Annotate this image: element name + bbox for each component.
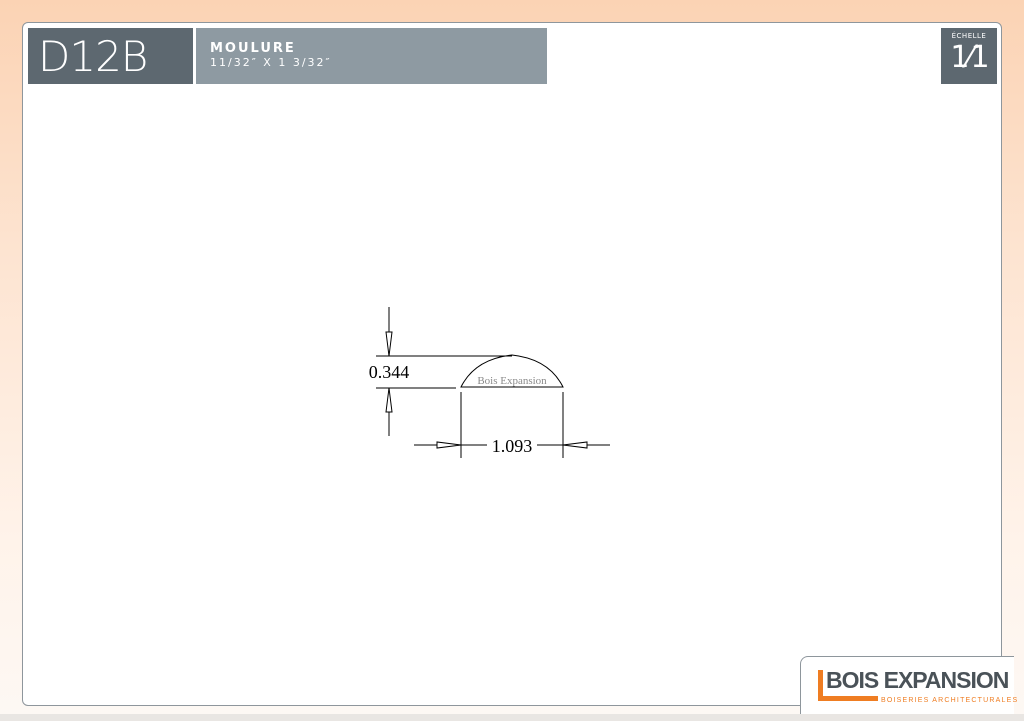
height-dimension-label: 0.344	[369, 362, 410, 382]
profile-drawing: Bois Expansion 0.344 1.093	[369, 307, 610, 458]
brand-name: BOIS EXPANSION	[826, 667, 1009, 693]
logo-mark-horizontal	[818, 696, 878, 701]
profile-watermark: Bois Expansion	[477, 375, 547, 387]
width-arrow-right	[562, 441, 588, 449]
height-arrow-top	[385, 331, 393, 357]
brand-tagline: BOISERIES ARCHITECTURALES	[881, 697, 1019, 704]
bottom-strip	[0, 714, 1024, 721]
width-arrow-left	[436, 441, 462, 449]
height-arrow-bottom	[385, 387, 393, 413]
width-dimension-label: 1.093	[492, 436, 533, 456]
